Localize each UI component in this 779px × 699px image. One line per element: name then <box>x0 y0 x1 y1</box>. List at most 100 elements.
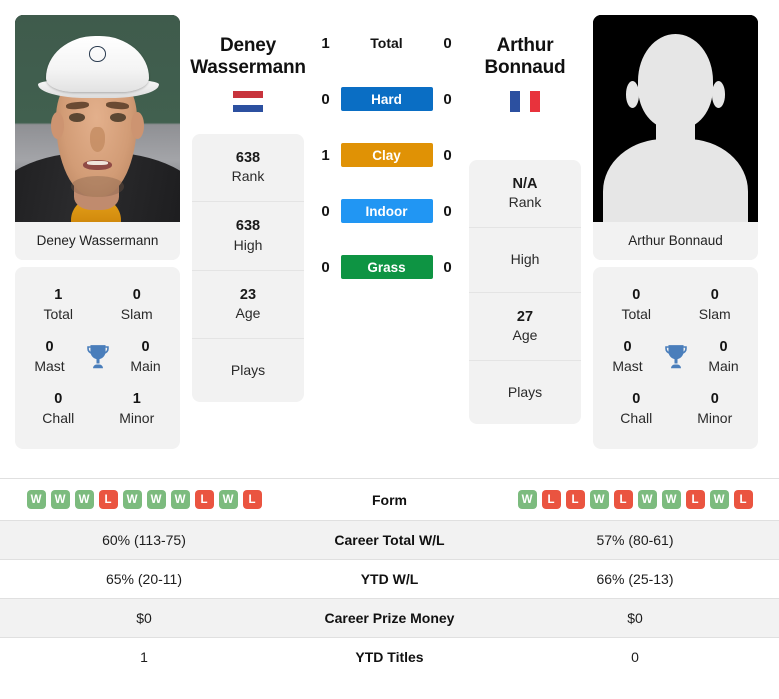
right-value: $0 <box>627 610 643 626</box>
right-player-photo-card[interactable]: Arthur Bonnaud <box>593 15 758 260</box>
label: Age <box>512 326 538 343</box>
left-titles-total: 1 Total <box>32 286 84 323</box>
right-value: 66% (25-13) <box>596 571 674 587</box>
right-titles-masters: 0 Mast <box>602 338 654 375</box>
left-player-name[interactable]: Deney Wassermann <box>190 15 306 79</box>
left-titles-row-1: 1 Total 0 Slam <box>19 279 176 331</box>
left-player-photo-card[interactable]: Deney Wassermann <box>15 15 180 260</box>
row-label: Career Total W/L <box>334 532 445 548</box>
right-plays-cell: Plays <box>469 361 581 424</box>
value: N/A <box>512 176 538 193</box>
win-badge: W <box>589 490 609 509</box>
right-value: 0 <box>631 649 639 665</box>
label: High <box>510 251 540 268</box>
h2h-row-grass: 0 Grass 0 <box>304 239 469 295</box>
label: Mast <box>34 357 65 374</box>
label: Plays <box>230 362 266 378</box>
row-label: YTD Titles <box>355 649 424 665</box>
left-titles-main: 0 Main <box>120 338 172 375</box>
label: High <box>233 236 263 253</box>
label: Minor <box>119 409 155 426</box>
h2h-left-score: 0 <box>321 258 330 276</box>
left-titles-row-3: 0 Chall 1 Minor <box>19 383 176 435</box>
right-titles-total: 0 Total <box>610 286 662 323</box>
right-form-cell: WLLWLWWLWL <box>491 479 779 521</box>
win-badge: W <box>26 490 46 509</box>
h2h-right-score: 0 <box>443 90 452 108</box>
value: 1 <box>132 391 141 408</box>
value: 0 <box>632 287 641 303</box>
left-value: 1 <box>140 649 148 665</box>
left-titles-row-2: 0 Mast 0 Main <box>19 331 176 383</box>
left-form-strip: WWWLWWWLWL <box>6 490 282 509</box>
left-high-cell: 638 High <box>192 202 304 271</box>
right-titles-row-3: 0 Chall 0 Minor <box>597 383 754 435</box>
right-player-card-column: Arthur Bonnaud 0 Total 0 Slam 0 Mast 0 M… <box>581 10 773 450</box>
label: Chall <box>42 409 75 426</box>
h2h-surface-label-clay[interactable]: Clay <box>340 143 433 167</box>
h2h-left-score: 0 <box>321 90 330 108</box>
h2h-row-total: 1 Total 0 <box>304 15 469 71</box>
row-label: YTD W/L <box>360 571 419 587</box>
right-player-info-column: Arthur Bonnaud N/A Rank High 27 Age Play… <box>469 15 581 425</box>
left-age-cell: 23 Age <box>192 271 304 339</box>
head-to-head-column: 1 Total 0 0 Hard 0 1 Clay 0 0 Indoor 0 0 <box>304 15 469 295</box>
right-player-name[interactable]: Arthur Bonnaud <box>485 15 566 79</box>
win-badge: W <box>637 490 657 509</box>
loss-badge: L <box>685 490 705 509</box>
table-row: $0 Career Prize Money $0 <box>0 598 779 638</box>
comparison-header: Deney Wassermann 1 Total 0 Slam 0 Mast 0… <box>0 0 779 478</box>
h2h-surface-label-grass[interactable]: Grass <box>340 255 433 279</box>
label: Mast <box>612 357 643 374</box>
table-row: 65% (20-11) YTD W/L 66% (25-13) <box>0 559 779 599</box>
row-label: Career Prize Money <box>324 610 455 626</box>
value: 1 <box>54 287 63 303</box>
value: 0 <box>54 391 63 408</box>
loss-badge: L <box>565 490 585 509</box>
value: 0 <box>623 339 632 356</box>
right-titles-row-2: 0 Mast 0 Main <box>597 331 754 383</box>
left-player-info-column: Deney Wassermann 638 Rank 638 High 23 Ag… <box>190 15 306 403</box>
label: Main <box>130 357 161 374</box>
value: 0 <box>710 287 719 303</box>
label: Age <box>235 304 261 321</box>
left-value: 60% (113-75) <box>102 532 186 548</box>
right-titles-main: 0 Main <box>698 338 750 375</box>
loss-badge: L <box>242 490 262 509</box>
left-player-photo-caption: Deney Wassermann <box>15 222 180 260</box>
right-rank-cell: N/A Rank <box>469 160 581 229</box>
right-player-info-box: N/A Rank High 27 Age Plays <box>469 160 581 425</box>
label: Slam <box>698 305 731 322</box>
table-row: 60% (113-75) Career Total W/L 57% (80-61… <box>0 520 779 560</box>
right-titles-slam: 0 Slam <box>689 286 741 323</box>
left-plays-cell: Plays <box>192 339 304 402</box>
value: 0 <box>132 287 141 303</box>
right-form-strip: WLLWLWWLWL <box>497 490 773 509</box>
left-titles-slam: 0 Slam <box>111 286 163 323</box>
trophy-icon <box>664 344 687 368</box>
h2h-left-score: 0 <box>321 202 330 220</box>
h2h-right-score: 0 <box>443 146 452 164</box>
h2h-surface-label-hard[interactable]: Hard <box>340 87 433 111</box>
right-age-cell: 27 Age <box>469 293 581 361</box>
label: Total <box>621 305 652 322</box>
right-player-titles-card: 0 Total 0 Slam 0 Mast 0 Main 0 Chall 0 M… <box>593 267 758 450</box>
h2h-right-score: 0 <box>443 202 452 220</box>
value: 638 <box>235 150 261 167</box>
trophy-icon <box>86 344 109 368</box>
left-value: 65% (20-11) <box>105 571 182 587</box>
label: Total <box>43 305 74 322</box>
loss-badge: L <box>541 490 561 509</box>
left-form-cell: WWWLWWWLWL <box>0 479 288 521</box>
right-player-photo-caption: Arthur Bonnaud <box>593 222 758 260</box>
h2h-surface-label-indoor[interactable]: Indoor <box>340 199 433 223</box>
h2h-row-hard: 0 Hard 0 <box>304 71 469 127</box>
row-label: Form <box>372 491 407 508</box>
label: Minor <box>697 409 733 426</box>
name-first: Deney <box>219 35 277 56</box>
fr-flag-icon <box>510 91 540 113</box>
player-photo <box>15 15 180 222</box>
h2h-row-indoor: 0 Indoor 0 <box>304 183 469 239</box>
left-rank-cell: 638 Rank <box>192 134 304 203</box>
win-badge: W <box>661 490 681 509</box>
